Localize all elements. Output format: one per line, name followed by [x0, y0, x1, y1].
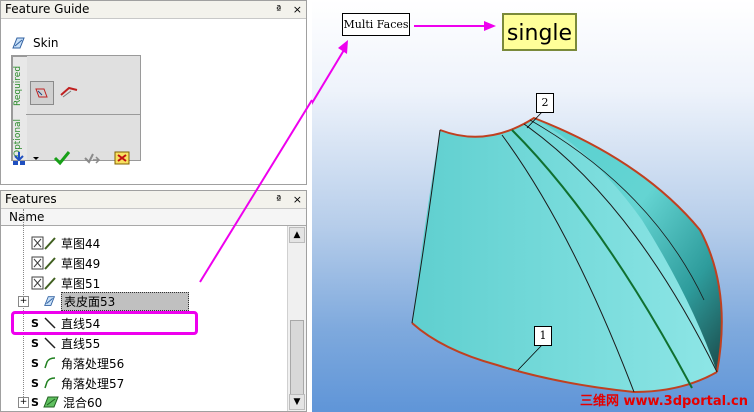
- name-column-header[interactable]: Name: [1, 209, 306, 226]
- features-title: Features: [5, 192, 57, 206]
- cancel-icon[interactable]: [113, 150, 131, 166]
- skin-icon: [44, 296, 56, 306]
- 3d-viewport[interactable]: Multi Faces single 2 1 三维网 www.3dportal.…: [312, 0, 754, 412]
- feature-guide-panel: Feature Guide ª × Skin Required Optional: [0, 0, 307, 185]
- tree-item-sketch-51[interactable]: 草图51: [31, 274, 100, 292]
- feature-tree-body: 草图44 草图49 草图51 + 表皮面53 S 直线54 S 直线55 S 角…: [1, 236, 288, 411]
- skin-label: Skin: [33, 36, 59, 50]
- s-marker-icon: S: [31, 316, 39, 330]
- tree-item-line-55[interactable]: S 直线55: [31, 334, 100, 352]
- tree-item-corner-56[interactable]: S 角落处理56: [31, 354, 124, 372]
- fillet-icon: [44, 377, 56, 389]
- expand-toggle[interactable]: +: [18, 397, 29, 408]
- section-divider: [26, 114, 140, 115]
- features-titlebar: Features ª ×: [1, 191, 306, 209]
- features-panel: Features ª × Name 草图44 草图49 草图51 + 表皮面53…: [0, 190, 307, 412]
- sketch-icon: [31, 276, 56, 290]
- watermark-text: 三维网 www.3dportal.cn: [579, 394, 748, 409]
- tree-item-label-selected: 表皮面53: [61, 291, 189, 311]
- scroll-down-arrow-icon[interactable]: ▼: [289, 394, 305, 410]
- tree-item-label: 草图51: [61, 276, 101, 291]
- apply-icon[interactable]: [83, 150, 101, 166]
- s-marker-icon: S: [31, 376, 39, 390]
- close-icon[interactable]: ×: [293, 3, 302, 16]
- tree-item-label: 角落处理57: [61, 376, 125, 391]
- feature-guide-titlebar: Feature Guide ª ×: [1, 1, 306, 19]
- tree-item-blend-60[interactable]: S 混合60: [31, 393, 102, 411]
- required-label: Required: [12, 56, 27, 115]
- tree-item-label: 直线55: [61, 336, 101, 351]
- skin-row: Skin: [11, 35, 59, 51]
- tree-item-label: 混合60: [63, 395, 103, 410]
- section-label-1: 1: [534, 326, 552, 346]
- select-guides-button[interactable]: [58, 83, 80, 101]
- section-label-2: 2: [536, 93, 554, 113]
- s-marker-icon: S: [31, 395, 39, 409]
- s-marker-icon: S: [31, 356, 39, 370]
- tree-scrollbar[interactable]: ▲ ▼: [287, 226, 306, 411]
- line-icon: [44, 337, 56, 349]
- single-callout: single: [502, 13, 577, 51]
- feature-tree: Name 草图44 草图49 草图51 + 表皮面53 S 直线54 S 直线5…: [1, 209, 306, 411]
- skin-surface-model: [312, 21, 723, 394]
- tree-item-line-54[interactable]: S 直线54: [31, 314, 100, 332]
- tree-item-corner-57[interactable]: S 角落处理57: [31, 374, 124, 392]
- feature-guide-body: Skin Required Optional: [1, 19, 306, 184]
- multi-faces-callout: Multi Faces: [342, 13, 410, 36]
- tree-item-label: 草图44: [61, 236, 101, 251]
- skin-icon: [12, 37, 25, 49]
- fillet-icon: [44, 357, 56, 369]
- pin-icon[interactable]: ª: [276, 193, 281, 206]
- blend-icon: [43, 396, 59, 408]
- preview-dropdown-icon[interactable]: [11, 150, 41, 166]
- guide-curve-icon: [60, 86, 78, 98]
- required-optional-box: Required Optional: [11, 55, 141, 161]
- section-select-icon: [35, 88, 48, 98]
- check-icon[interactable]: [53, 150, 71, 166]
- tree-item-sketch-49[interactable]: 草图49: [31, 254, 100, 272]
- tree-item-label: 角落处理56: [61, 356, 125, 371]
- tree-item-sketch-44[interactable]: 草图44: [31, 234, 100, 252]
- pin-icon[interactable]: ª: [276, 3, 281, 16]
- s-marker-icon: S: [31, 336, 39, 350]
- line-icon: [44, 317, 56, 329]
- sketch-icon: [31, 256, 56, 270]
- tree-item-label: 草图49: [61, 256, 101, 271]
- expand-toggle[interactable]: +: [18, 296, 29, 307]
- tree-item-label: 直线54: [61, 316, 101, 331]
- feature-guide-toolbar: [11, 150, 131, 166]
- feature-guide-title: Feature Guide: [5, 2, 90, 16]
- close-icon[interactable]: ×: [293, 193, 302, 206]
- tree-item-skin-53[interactable]: 表皮面53: [43, 291, 189, 311]
- scroll-up-arrow-icon[interactable]: ▲: [289, 227, 305, 243]
- select-sections-button[interactable]: [30, 81, 54, 105]
- sketch-icon: [31, 236, 56, 250]
